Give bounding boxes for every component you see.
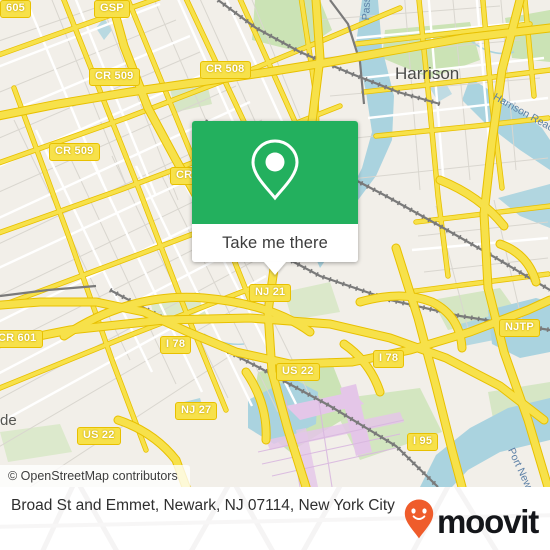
take-me-there-button[interactable]: Take me there <box>222 234 328 253</box>
moovit-smiling-pin-icon <box>404 499 434 544</box>
road-shield: NJ 21 <box>249 284 292 302</box>
road-shield: I 95 <box>407 433 439 451</box>
road-shield: NJTP <box>499 319 540 337</box>
road-shield: 605 <box>0 0 31 18</box>
openstreetmap-attribution[interactable]: © OpenStreetMap contributors <box>0 465 190 487</box>
road-shield: I 78 <box>373 350 405 368</box>
road-shield: US 22 <box>276 363 320 381</box>
map-canvas[interactable]: .wminor { stroke:#d9d6cf; stroke-width:1… <box>0 0 550 487</box>
road-shield: I 78 <box>160 336 192 354</box>
road-shield: CR 601 <box>0 330 43 348</box>
location-callout[interactable]: Take me there <box>192 121 358 275</box>
callout-pointer <box>264 262 286 275</box>
road-shield: CR 509 <box>49 143 100 161</box>
moovit-wordmark: moovit <box>437 503 539 540</box>
footer-bar: Broad St and Emmet, Newark, NJ 07114, Ne… <box>0 487 550 550</box>
map-pin-icon <box>247 137 303 208</box>
moovit-map-share-card: .wminor { stroke:#d9d6cf; stroke-width:1… <box>0 0 550 550</box>
callout-icon-panel <box>192 121 358 224</box>
place-label: de <box>0 412 17 429</box>
moovit-logo[interactable]: moovit <box>404 499 539 544</box>
callout-action-panel[interactable]: Take me there <box>192 224 358 262</box>
road-shield: US 22 <box>77 427 121 445</box>
place-label: Harrison <box>395 64 460 83</box>
road-shield: GSP <box>94 0 130 18</box>
location-address: Broad St and Emmet, Newark, NJ 07114, Ne… <box>11 497 395 514</box>
road-shield: CR 508 <box>200 61 251 79</box>
road-shield: CR 509 <box>89 68 140 86</box>
road-shield: NJ 27 <box>175 402 218 420</box>
